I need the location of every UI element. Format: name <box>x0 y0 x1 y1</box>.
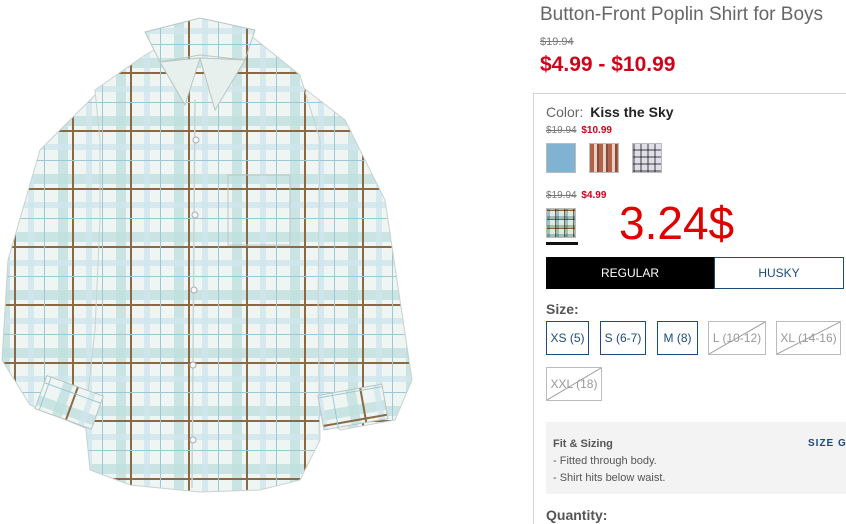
tab-husky[interactable]: HUSKY <box>714 257 844 289</box>
fit-sizing-title: Fit & Sizing <box>553 438 613 450</box>
selected-swatch-indicator <box>546 242 578 245</box>
unavailable-slash-icon <box>547 368 601 400</box>
color-label: Color: Kiss the Sky <box>546 104 674 120</box>
plaid-shirt-photo-icon <box>1 17 413 493</box>
size-xs-button[interactable]: XS (5) <box>546 321 589 355</box>
size-xxl-button[interactable]: XXL (18) <box>546 367 602 401</box>
original-price: $19.94 <box>540 36 574 48</box>
swatch-group-price-2: $19.94 $4.99 <box>546 190 606 201</box>
swatch-group-price: $19.94 $10.99 <box>546 125 612 136</box>
product-title: Button-Front Poplin Shirt for Boys <box>540 4 824 25</box>
color-label-text: Color: <box>546 104 584 120</box>
size-xs-label: XS (5) <box>550 331 585 345</box>
size-s-label: S (6-7) <box>604 331 642 345</box>
size-m-button[interactable]: M (8) <box>657 321 698 355</box>
swatch-group-sale-price-2: $4.99 <box>581 190 607 201</box>
fit-line-1: - Fitted through body. <box>553 455 657 467</box>
fit-line-2: - Shirt hits below waist. <box>553 472 666 484</box>
size-s-button[interactable]: S (6-7) <box>600 321 646 355</box>
swatch-light-blue[interactable] <box>546 143 576 173</box>
size-guide-link[interactable]: SIZE GU <box>808 438 846 449</box>
unavailable-slash-icon <box>709 322 765 354</box>
selected-color-name: Kiss the Sky <box>590 104 674 120</box>
size-l-button[interactable]: L (10-12) <box>708 321 766 355</box>
tab-regular[interactable]: REGULAR <box>546 257 714 289</box>
swatch-group-sale-price: $10.99 <box>581 125 612 136</box>
size-xl-button[interactable]: XL (14-16) <box>776 321 841 355</box>
product-image <box>0 0 520 517</box>
overlay-price-annotation: 3.24$ <box>619 197 735 249</box>
swatch-group-original-price: $19.94 <box>546 125 577 136</box>
swatch-rust-plaid[interactable] <box>589 143 619 173</box>
size-m-label: M (8) <box>663 331 692 345</box>
quantity-label: Quantity: <box>546 507 608 523</box>
price-range: $4.99 - $10.99 <box>540 53 676 76</box>
size-label: Size: <box>546 301 579 317</box>
swatch-kiss-the-sky[interactable] <box>546 208 576 238</box>
unavailable-slash-icon <box>777 322 840 354</box>
swatch-group-original-price-2: $19.94 <box>546 190 577 201</box>
swatch-gray-plaid[interactable] <box>632 143 662 173</box>
